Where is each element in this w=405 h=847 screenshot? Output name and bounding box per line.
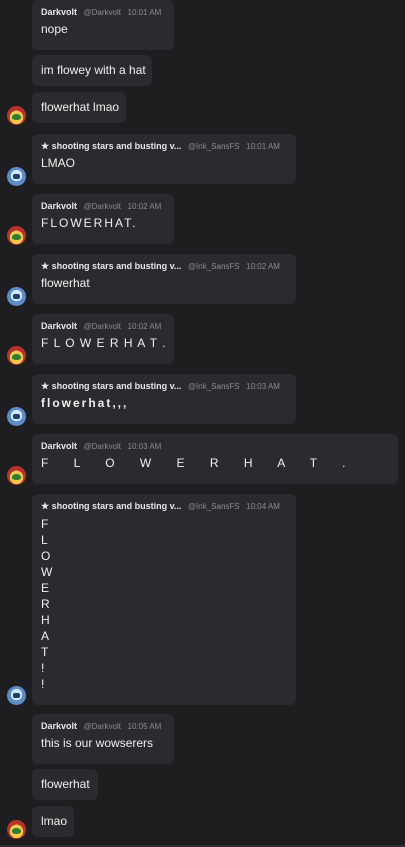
- message-line: L: [41, 533, 48, 547]
- message-text: FLOWERHAT.: [41, 216, 138, 230]
- flowey-avatar[interactable]: [7, 226, 26, 245]
- message-bubble[interactable]: Darkvolt @Darkvolt 10:02 AM FLOWERHAT.: [32, 194, 174, 244]
- message-line: W: [41, 565, 53, 579]
- message-timestamp: 10:04 AM: [246, 502, 280, 511]
- message-bubble[interactable]: lmao: [32, 806, 74, 837]
- message-text: im flowey with a hat: [41, 63, 146, 77]
- ink-sans-avatar[interactable]: [7, 686, 26, 705]
- ink-sans-avatar[interactable]: [7, 407, 26, 426]
- message-timestamp: 10:03 AM: [127, 442, 162, 451]
- message-bubble[interactable]: ★ shooting stars and busting v... @Ink_S…: [32, 374, 296, 424]
- message-bubble[interactable]: Darkvolt @Darkvolt 10:03 AM F L O W E R …: [32, 434, 398, 484]
- message-author[interactable]: ★ shooting stars and busting v...: [41, 261, 181, 271]
- message-author[interactable]: Darkvolt: [41, 441, 77, 451]
- message-handle: @Ink_SansFS: [187, 382, 240, 391]
- message-handle: @Darkvolt: [83, 442, 121, 451]
- message-author[interactable]: Darkvolt: [41, 721, 77, 731]
- ink-sans-avatar[interactable]: [7, 167, 26, 186]
- message-line: F: [41, 517, 49, 531]
- message-timestamp: 10:02 AM: [127, 202, 162, 211]
- message-feed: Darkvolt @Darkvolt 10:01 AM nope im flow…: [0, 0, 405, 847]
- message-bubble[interactable]: Darkvolt @Darkvolt 10:05 AM this is our …: [32, 714, 174, 764]
- message-text: flowerhat lmao: [41, 100, 120, 114]
- message-author[interactable]: Darkvolt: [41, 321, 77, 331]
- flowey-avatar[interactable]: [7, 466, 26, 485]
- message-bubble[interactable]: ★ shooting stars and busting v... @Ink_S…: [32, 254, 296, 304]
- message-bubble[interactable]: flowerhat: [32, 769, 98, 800]
- message-timestamp: 10:02 AM: [246, 262, 280, 271]
- message-timestamp: 10:01 AM: [127, 8, 162, 17]
- flowey-avatar[interactable]: [7, 346, 26, 365]
- message-line: A: [41, 629, 50, 643]
- message-author[interactable]: ★ shooting stars and busting v...: [41, 501, 181, 511]
- message-line: !: [41, 677, 45, 691]
- message-handle: @Darkvolt: [83, 322, 121, 331]
- message-text: F L O W E R H A T .: [41, 336, 167, 350]
- message-bubble[interactable]: im flowey with a hat: [32, 55, 152, 86]
- message-text: flowerhat: [41, 777, 90, 791]
- message-text: this is our wowserers: [41, 736, 154, 750]
- message-author[interactable]: ★ shooting stars and busting v...: [41, 381, 181, 391]
- message-timestamp: 10:01 AM: [246, 142, 280, 151]
- message-text: flowerhat,,,: [41, 396, 129, 410]
- message-handle: @Ink_SansFS: [187, 142, 240, 151]
- message-bubble[interactable]: flowerhat lmao: [32, 92, 126, 123]
- message-author[interactable]: Darkvolt: [41, 7, 77, 17]
- message-author[interactable]: Darkvolt: [41, 201, 77, 211]
- message-bubble[interactable]: ★ shooting stars and busting v... @Ink_S…: [32, 134, 296, 184]
- message-line: O: [41, 549, 51, 563]
- message-text: F L O W E R H A T ! !: [41, 516, 287, 692]
- message-line: R: [41, 597, 50, 611]
- message-bubble[interactable]: ★ shooting stars and busting v... @Ink_S…: [32, 494, 296, 705]
- flowey-avatar[interactable]: [7, 820, 26, 839]
- message-bubble[interactable]: Darkvolt @Darkvolt 10:01 AM nope: [32, 0, 174, 50]
- message-bubble[interactable]: Darkvolt @Darkvolt 10:02 AM F L O W E R …: [32, 314, 174, 364]
- message-handle: @Ink_SansFS: [187, 502, 240, 511]
- message-timestamp: 10:05 AM: [127, 722, 162, 731]
- message-handle: @Ink_SansFS: [187, 262, 240, 271]
- message-timestamp: 10:03 AM: [246, 382, 280, 391]
- message-timestamp: 10:02 AM: [127, 322, 162, 331]
- message-author[interactable]: ★ shooting stars and busting v...: [41, 141, 181, 151]
- message-handle: @Darkvolt: [83, 722, 121, 731]
- message-text: LMAO: [41, 156, 76, 170]
- message-handle: @Darkvolt: [83, 202, 121, 211]
- message-line: !: [41, 661, 45, 675]
- message-text: lmao: [41, 814, 68, 828]
- ink-sans-avatar[interactable]: [7, 287, 26, 306]
- message-text: flowerhat: [41, 276, 90, 290]
- message-line: T: [41, 645, 49, 659]
- message-text: nope: [41, 22, 68, 36]
- flowey-avatar[interactable]: [7, 106, 26, 125]
- message-text: F L O W E R H A T .: [41, 456, 357, 470]
- message-line: E: [41, 581, 50, 595]
- message-line: H: [41, 613, 50, 627]
- message-handle: @Darkvolt: [83, 8, 121, 17]
